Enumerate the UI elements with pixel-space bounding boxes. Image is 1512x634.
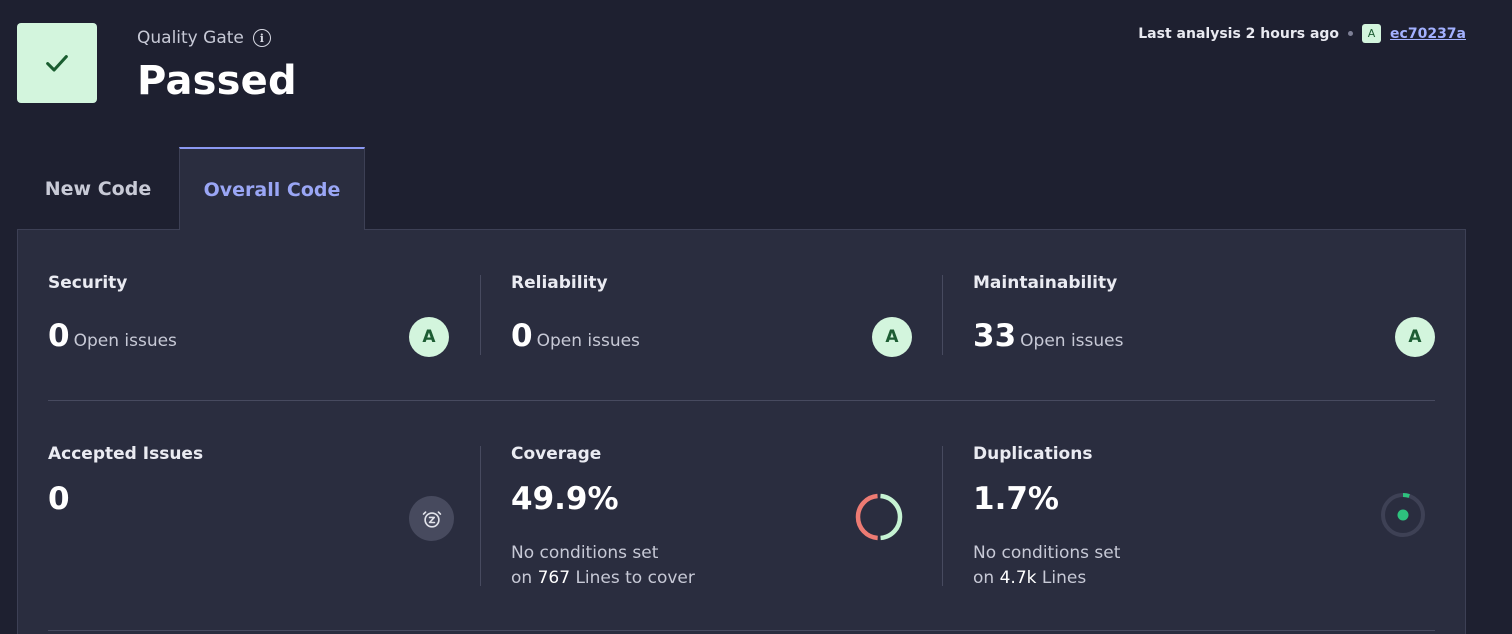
- quality-gate-label: Quality Gate: [137, 28, 244, 48]
- maintainability-value[interactable]: 33 Open issues: [973, 318, 1123, 354]
- accepted-issues-title: Accepted Issues: [48, 444, 204, 464]
- quality-gate-label-row: Quality Gate i: [137, 28, 271, 48]
- quality-gate-status: Passed: [137, 58, 297, 104]
- coverage-covered-arc: [880, 493, 903, 541]
- coverage-title: Coverage: [511, 444, 602, 464]
- reliability-title: Reliability: [511, 273, 608, 293]
- alarm-clock-icon: [422, 510, 441, 528]
- coverage-value[interactable]: 49.9%: [511, 481, 619, 517]
- last-analysis: Last analysis 2 hours ago A ec70237a: [1138, 24, 1466, 43]
- row-divider: [48, 400, 1435, 401]
- security-value[interactable]: 0 Open issues: [48, 318, 177, 354]
- column-divider: [480, 275, 481, 355]
- info-icon[interactable]: i: [252, 29, 271, 47]
- duplications-title: Duplications: [973, 444, 1093, 464]
- coverage-donut-chart: [855, 493, 903, 541]
- duplications-note: No conditions set on 4.7k Lines: [973, 543, 1121, 588]
- last-analysis-text: Last analysis 2 hours ago: [1138, 25, 1340, 42]
- security-title: Security: [48, 273, 128, 293]
- commit-hash-link[interactable]: ec70237a: [1390, 26, 1466, 42]
- reliability-value[interactable]: 0 Open issues: [511, 318, 640, 354]
- maintainability-rating-badge[interactable]: A: [1395, 317, 1435, 357]
- maintainability-title: Maintainability: [973, 273, 1118, 293]
- tab-new-code[interactable]: New Code: [17, 147, 179, 230]
- row-divider: [48, 630, 1435, 631]
- column-divider: [942, 446, 943, 586]
- tab-overall-code[interactable]: Overall Code: [179, 147, 365, 230]
- duplications-lines-count: 4.7k: [999, 568, 1037, 588]
- security-rating-badge[interactable]: A: [409, 317, 449, 357]
- quality-gate-status-icon: [17, 23, 97, 103]
- separator-dot: [1348, 31, 1354, 36]
- check-icon: [46, 55, 68, 72]
- column-divider: [480, 446, 481, 586]
- coverage-lines-count: 767: [537, 568, 571, 588]
- commit-rating-badge: A: [1362, 24, 1382, 43]
- coverage-note: No conditions set on 767 Lines to cover: [511, 543, 695, 588]
- duplications-value[interactable]: 1.7%: [973, 481, 1059, 517]
- column-divider: [942, 275, 943, 355]
- duplications-dot: [1397, 509, 1409, 521]
- reliability-rating-badge[interactable]: A: [872, 317, 912, 357]
- snooze-icon: [409, 496, 454, 541]
- duplications-indicator: [1381, 493, 1425, 537]
- duplications-arc: [1402, 493, 1410, 498]
- coverage-uncovered-arc: [855, 493, 878, 541]
- measures-panel: Security 0 Open issues A Reliability 0 Ope…: [17, 229, 1466, 634]
- accepted-issues-value[interactable]: 0: [48, 481, 70, 517]
